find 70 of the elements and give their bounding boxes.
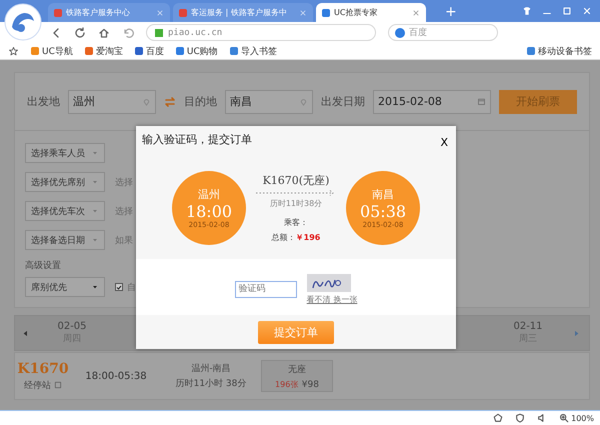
dropdown[interactable]: 选择优先车次	[25, 201, 105, 221]
bookmark-link[interactable]: 爱淘宝	[84, 44, 123, 58]
close-button[interactable]: X	[440, 136, 448, 149]
location-pin-icon	[142, 97, 151, 106]
caret-icon	[91, 283, 99, 291]
duration-text: 历时11小时 38分	[176, 378, 246, 390]
bookmark-link[interactable]: 百度	[134, 44, 164, 58]
maximize-icon[interactable]	[562, 6, 572, 16]
stops-link[interactable]: 经停站	[24, 378, 51, 392]
site-icon	[322, 8, 330, 16]
caret-icon	[91, 236, 99, 244]
checkbox[interactable]	[115, 283, 123, 291]
hint-text: 如果	[115, 234, 133, 246]
dialog-title: 输入验证码，提交订单	[142, 132, 252, 148]
shield-icon[interactable]	[515, 413, 526, 423]
zoom-level[interactable]: 100%	[571, 414, 594, 422]
time-text: 18:00-05:38	[85, 370, 147, 382]
caret-icon	[91, 149, 99, 157]
field-label: 出发日期	[321, 94, 365, 109]
dropdown[interactable]: 选择乘车人员	[25, 143, 105, 163]
field-label: 目的地	[184, 94, 217, 109]
route-text: 温州-南昌	[191, 362, 231, 375]
dropdown[interactable]: 选择备选日期	[25, 230, 105, 250]
search-placeholder: 百度	[409, 26, 427, 39]
caret-icon	[91, 207, 99, 215]
pentagon-icon[interactable]	[493, 413, 504, 423]
seat-option[interactable]: 无座 196张 ¥98	[261, 360, 333, 392]
url-text: piao.uc.cn	[168, 28, 222, 38]
captcha-field[interactable]: 验证码	[234, 280, 297, 298]
home-icon[interactable]	[98, 26, 110, 38]
undo-icon[interactable]	[122, 26, 134, 38]
new-tab-button[interactable]: +	[445, 4, 457, 20]
bookmark-link[interactable]: UC购物	[176, 44, 218, 58]
location-pin-icon	[299, 97, 308, 106]
hint-text: 选择	[115, 206, 133, 218]
close-icon[interactable]	[412, 8, 420, 16]
hint-text: 选择	[115, 176, 133, 188]
duration-text: 历时11时38分	[270, 198, 322, 209]
train-text: K1670(无座)	[262, 173, 330, 188]
prev-arrow-icon[interactable]	[21, 328, 30, 338]
browser-tab[interactable]: 铁路客户服务中心	[48, 3, 170, 22]
section-label: 高级设置	[25, 260, 62, 272]
checkbox-label: 自	[127, 282, 136, 294]
zoom-icon[interactable]	[559, 413, 570, 423]
bookmark-link[interactable]: UC导航	[31, 44, 73, 58]
browser-tab[interactable]: UC抢票专家	[316, 3, 426, 22]
total-label: 总额：	[272, 233, 296, 242]
caret-icon	[91, 178, 99, 186]
address-bar[interactable]: piao.uc.cn	[146, 24, 376, 41]
browser-tab[interactable]: 客运服务 | 铁路客户服务中	[173, 3, 313, 22]
total-price: ￥196	[296, 233, 320, 242]
bookmark-link[interactable]: 移动设备书签	[527, 44, 592, 58]
dotted-arrow-icon	[256, 190, 336, 196]
field-label: 出发地	[27, 94, 60, 109]
site-icon	[179, 8, 187, 16]
input-field[interactable]: 2015-02-08	[373, 90, 491, 114]
dropdown[interactable]: 席别优先	[25, 277, 105, 297]
shirt-icon[interactable]	[522, 6, 532, 16]
expand-icon[interactable]	[54, 381, 62, 389]
input-field[interactable]: 温州	[68, 90, 156, 114]
site-icon	[54, 8, 62, 16]
dropdown[interactable]: 选择优先席别	[25, 172, 105, 192]
bookmark-link[interactable]: 导入书签	[230, 44, 277, 58]
star-icon[interactable]	[8, 46, 19, 56]
refresh-link[interactable]: 看不清 换一张	[306, 294, 358, 304]
reload-icon[interactable]	[74, 26, 86, 38]
passenger-label: 乘客：	[284, 217, 308, 228]
search-field[interactable]: 百度	[388, 24, 498, 41]
calendar-icon	[477, 97, 486, 106]
input-field[interactable]: 南昌	[225, 90, 313, 114]
